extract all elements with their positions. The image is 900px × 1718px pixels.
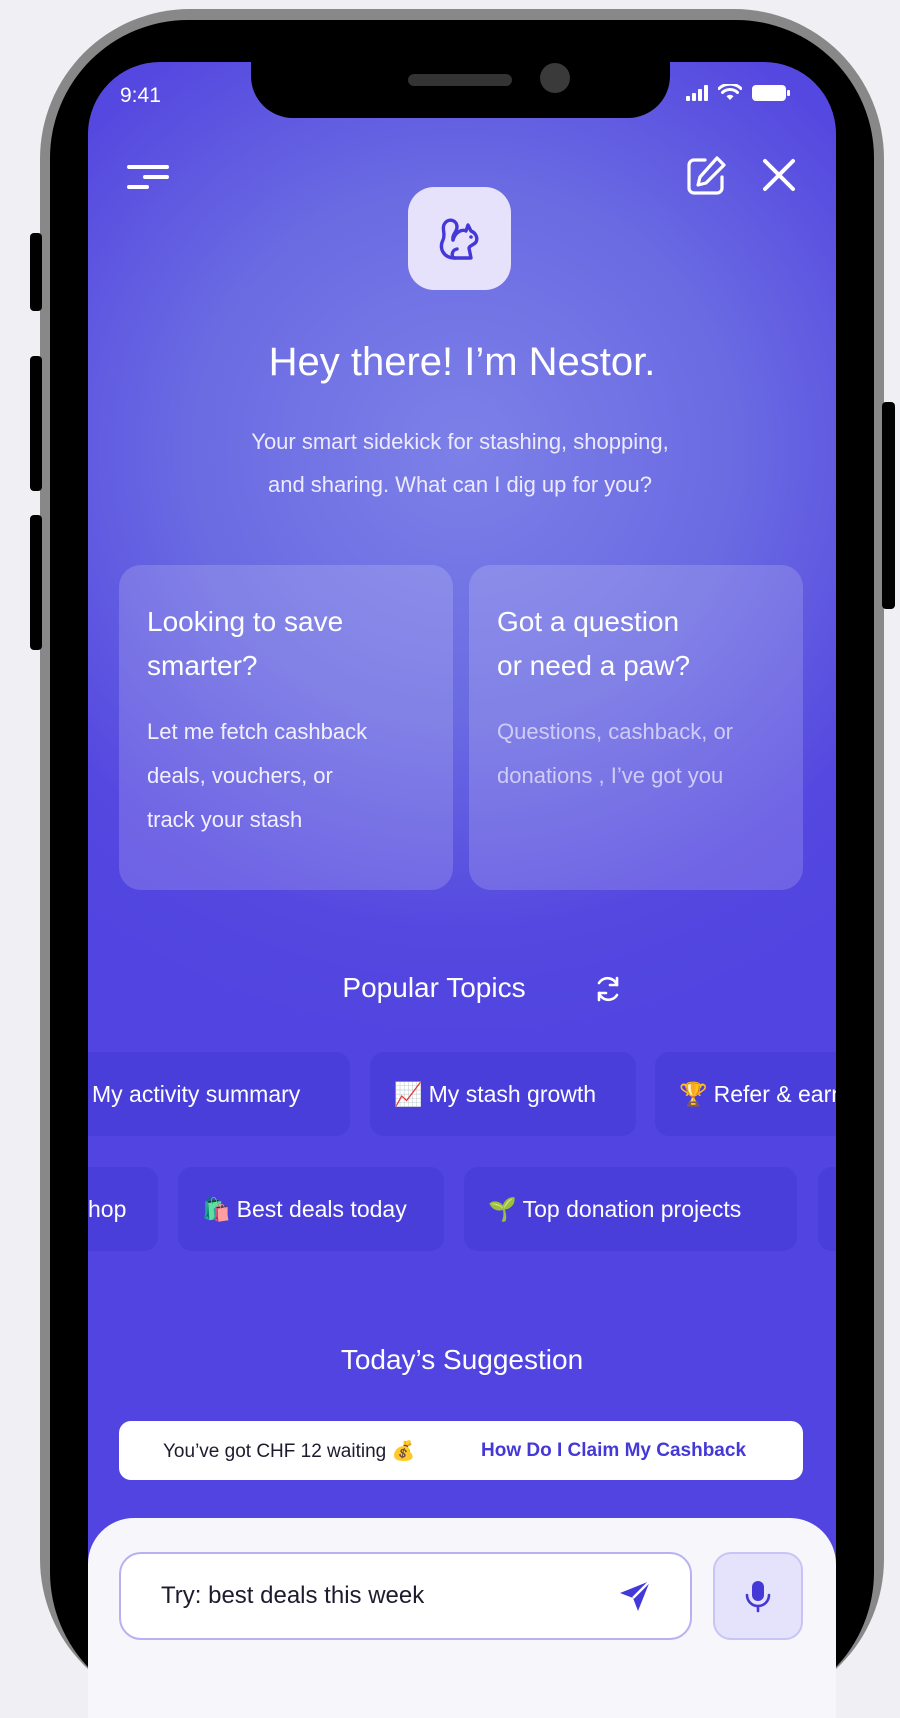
- topic-chip[interactable]: My activity summary: [88, 1052, 350, 1136]
- speaker: [408, 74, 512, 86]
- signal-icon: [686, 85, 708, 101]
- need-help-card[interactable]: Got a question or need a paw? Questions, …: [469, 565, 803, 890]
- battery-icon: [752, 85, 790, 101]
- topic-chip[interactable]: 🌱 Top donation projects: [464, 1167, 797, 1251]
- suggestion-title: Today’s Suggestion: [340, 1344, 584, 1375]
- side-button-volume-up: [30, 356, 42, 491]
- close-icon[interactable]: [762, 158, 796, 192]
- chat-input-field[interactable]: [119, 1552, 692, 1640]
- topic-chip[interactable]: 📈 My stash growth: [370, 1052, 636, 1136]
- suggestion-text: You’ve got CHF 12 waiting 💰: [163, 1440, 416, 1462]
- topics-row-2: hop 🛍️ Best deals today 🌱 Top donation pro…: [88, 1167, 836, 1251]
- topic-chip[interactable]: 🏆 Refer & earn: [655, 1052, 836, 1136]
- topic-chip[interactable]: hop: [88, 1167, 158, 1251]
- notch: [251, 62, 670, 118]
- camera: [540, 63, 570, 93]
- mic-icon: [745, 1581, 771, 1613]
- subtitle-line: and sharing. What can I dig up for you?: [267, 472, 652, 497]
- subtitle-line: Your smart sidekick for stashing, shoppi…: [251, 429, 669, 454]
- page-subtitle: Your smart sidekick for stashing, shoppi…: [200, 420, 720, 506]
- side-button-volume-down: [30, 515, 42, 650]
- page-title: Hey there! I’m Nestor.: [268, 340, 656, 384]
- refresh-icon[interactable]: [593, 974, 623, 1004]
- save-smarter-card[interactable]: Looking to save smarter? Let me fetch cas…: [119, 565, 453, 890]
- side-button-mute: [30, 233, 42, 311]
- card-body: Questions, cashback, or donations , I’ve …: [497, 719, 734, 788]
- topic-chip[interactable]: 🛍️ Best deals today: [178, 1167, 444, 1251]
- wifi-icon: [718, 84, 742, 100]
- mic-button[interactable]: [713, 1552, 803, 1640]
- send-icon[interactable]: [618, 1579, 652, 1613]
- claim-cashback-link[interactable]: How Do I Claim My Cashback: [481, 1440, 746, 1462]
- logo-tile: [408, 187, 511, 290]
- topic-chip[interactable]: [818, 1167, 836, 1251]
- card-title: Got a question or need a paw?: [497, 606, 691, 681]
- chat-input[interactable]: [159, 1581, 603, 1611]
- popular-topics-title: Popular Topics: [342, 972, 526, 1003]
- side-button-power: [882, 402, 895, 609]
- edit-icon[interactable]: [685, 155, 727, 197]
- card-title: Looking to save smarter?: [147, 606, 344, 681]
- topics-row-1: My activity summary 📈 My stash growth 🏆 Re…: [88, 1052, 836, 1136]
- card-body: Let me fetch cashback deals, vouchers, or…: [147, 719, 368, 832]
- suggestion-bar: You’ve got CHF 12 waiting 💰 How Do I Cla…: [119, 1421, 803, 1480]
- menu-icon[interactable]: [127, 163, 169, 191]
- squirrel-icon: [439, 218, 478, 260]
- status-time: 9:41: [120, 84, 161, 107]
- status-icons: [686, 84, 790, 102]
